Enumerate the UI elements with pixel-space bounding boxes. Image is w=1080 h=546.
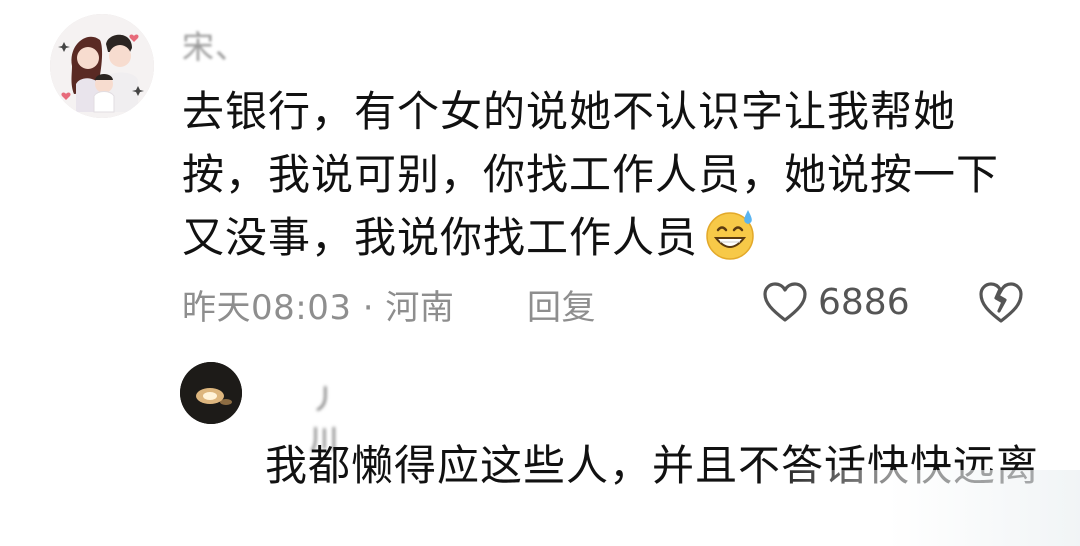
comment-body: 去银行，有个女的说她不认识字让我帮她按，我说可别，你找工作人员，她说按一下又没事… bbox=[182, 80, 1012, 269]
comment-text: 去银行，有个女的说她不认识字让我帮她按，我说可别，你找工作人员，她说按一下又没事… bbox=[182, 87, 1000, 262]
reply-avatar[interactable] bbox=[180, 362, 242, 424]
avatar[interactable] bbox=[50, 14, 154, 118]
reply-text: 我都懒得应这些人，并且不答话快快远离 bbox=[265, 441, 1040, 490]
broken-heart-icon[interactable] bbox=[977, 278, 1025, 326]
sweat-smile-emoji-icon bbox=[706, 210, 754, 260]
comment-username[interactable]: 宋、 bbox=[182, 22, 248, 68]
couple-avatar-illustration bbox=[50, 14, 154, 118]
comment-meta: 昨天08:03 · 河南 回复 6886 bbox=[182, 276, 1042, 328]
reply-avatar-image bbox=[180, 362, 242, 424]
heart-outline-icon bbox=[763, 282, 807, 322]
reply-button[interactable]: 回复 bbox=[527, 280, 596, 329]
like-button[interactable]: 6886 bbox=[762, 276, 910, 328]
comment-time-location: 昨天08:03 · 河南 bbox=[182, 288, 455, 328]
like-count: 6886 bbox=[818, 281, 910, 323]
